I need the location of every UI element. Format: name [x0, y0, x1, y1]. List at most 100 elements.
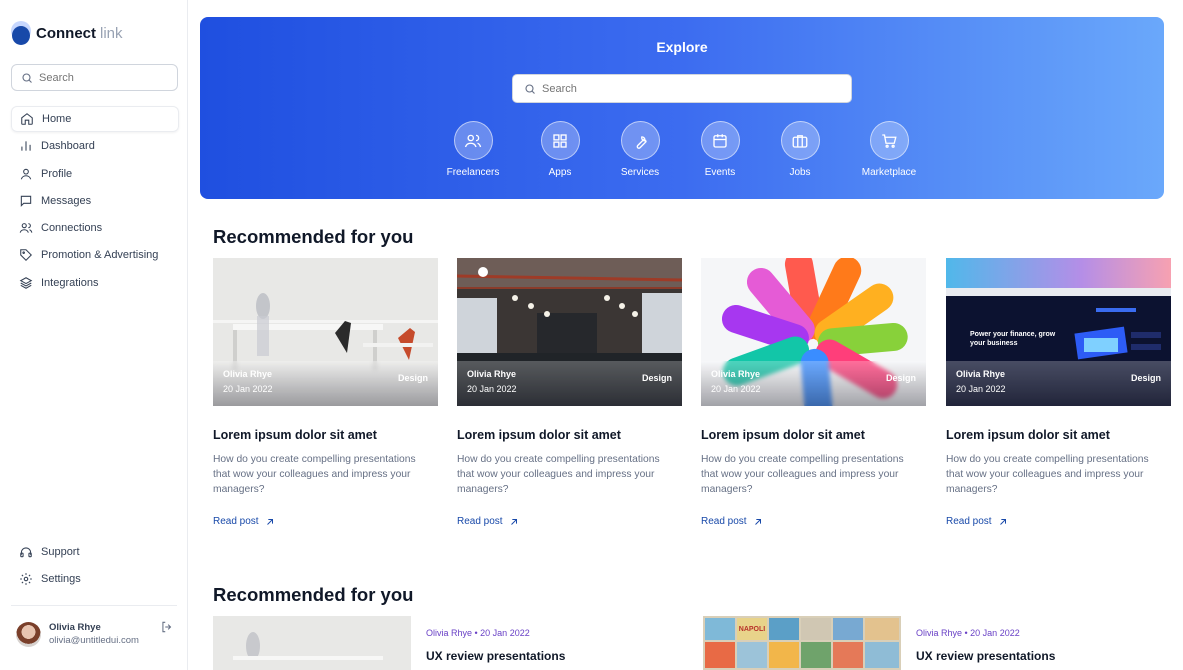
post-date: 20 Jan 2022: [711, 384, 761, 394]
avatar[interactable]: [16, 621, 41, 647]
post-image[interactable]: Power your finance, grow your business O…: [946, 258, 1171, 406]
bar-chart-icon: [21, 141, 31, 151]
sidebar-item-integrations[interactable]: Integrations: [11, 270, 179, 296]
category-icon-circle: [453, 121, 493, 160]
sidebar-item-label: Integrations: [41, 276, 99, 289]
sidebar-item-messages[interactable]: Messages: [11, 188, 179, 214]
sidebar-item-connections[interactable]: Connections: [11, 215, 179, 241]
message-icon: [20, 195, 32, 207]
post-title[interactable]: Lorem ipsum dolor sit amet: [457, 428, 682, 442]
brand-name: Connect: [36, 24, 96, 42]
search-icon: [525, 83, 535, 94]
post-image[interactable]: Olivia Rhye 20 Jan 2022 Design: [457, 258, 682, 406]
postcards-photo: [703, 616, 901, 670]
sidebar-item-profile[interactable]: Profile: [11, 161, 179, 187]
sidebar-item-settings[interactable]: Settings: [11, 566, 179, 592]
post-card[interactable]: Olivia Rhye 20 Jan 2022 Design Lorem ips…: [457, 258, 682, 527]
post-card[interactable]: Olivia Rhye 20 Jan 2022 Design Lorem ips…: [213, 258, 438, 527]
home-icon: [21, 113, 33, 125]
list-item-thumbnail[interactable]: [213, 616, 411, 670]
post-description: How do you create compelling presentatio…: [701, 454, 904, 495]
tag-icon: [20, 249, 32, 262]
category-icon-circle: [780, 121, 820, 160]
post-date: 20 Jan 2022: [956, 384, 1006, 394]
logo[interactable]: Connect link: [11, 21, 123, 45]
hero-search-input[interactable]: [542, 82, 832, 95]
sidebar-search[interactable]: [11, 64, 178, 91]
category-icon-circle: [700, 121, 740, 160]
category-label: Marketplace: [861, 167, 917, 178]
user-profile[interactable]: Olivia Rhye olivia@untitledui.com: [16, 620, 176, 648]
users-icon: [464, 134, 482, 147]
user-info: Olivia Rhye olivia@untitledui.com: [49, 622, 139, 646]
category-icon-circle: [620, 121, 660, 160]
post-card[interactable]: Olivia Rhye 20 Jan 2022 Design Lorem ips…: [701, 258, 926, 527]
post-description: How do you create compelling presentatio…: [457, 454, 660, 495]
post-author: Olivia Rhye: [956, 369, 1006, 379]
post-tag: Design: [397, 373, 428, 383]
screen-headline: Power your finance, grow your business: [970, 331, 1056, 347]
category-services[interactable]: Services: [600, 121, 680, 178]
read-post-link[interactable]: Read post: [213, 516, 438, 527]
read-post-label: Read post: [213, 516, 259, 527]
post-tag: Design: [641, 373, 672, 383]
sidebar-item-label: Dashboard: [41, 140, 95, 153]
arrow-up-right-icon: [754, 518, 761, 525]
logout-icon[interactable]: [160, 620, 174, 634]
hero-title: Explore: [656, 39, 708, 55]
user-name: Olivia Rhye: [49, 622, 101, 633]
sidebar-item-label: Messages: [41, 194, 92, 207]
post-author: Olivia Rhye: [711, 369, 761, 379]
gear-icon: [20, 573, 32, 586]
users-icon: [19, 223, 33, 234]
read-post-link[interactable]: Read post: [701, 516, 926, 527]
read-post-link[interactable]: Read post: [457, 516, 682, 527]
section-title: Recommended for you: [213, 584, 414, 605]
post-image[interactable]: Olivia Rhye 20 Jan 2022 Design: [213, 258, 438, 406]
post-title[interactable]: Lorem ipsum dolor sit amet: [701, 428, 926, 442]
category-events[interactable]: Events: [680, 121, 760, 178]
post-date: 20 Jan 2022: [467, 384, 517, 394]
cart-icon: [882, 133, 897, 148]
category-icon-circle: [869, 121, 909, 160]
postcard-text: NAPOLI: [738, 626, 766, 633]
search-icon: [22, 72, 32, 83]
list-item-meta: Olivia Rhye • 20 Jan 2022: [426, 628, 530, 638]
briefcase-icon: [792, 134, 808, 148]
category-freelancers[interactable]: Freelancers: [433, 121, 513, 178]
post-title[interactable]: Lorem ipsum dolor sit amet: [213, 428, 438, 442]
category-jobs[interactable]: Jobs: [760, 121, 840, 178]
read-post-link[interactable]: Read post: [946, 516, 1171, 527]
user-icon: [20, 168, 32, 180]
sidebar-item-label: Settings: [41, 573, 81, 586]
list-item-thumbnail[interactable]: NAPOLI: [703, 616, 901, 670]
list-item-title[interactable]: UX review presentations: [426, 649, 565, 663]
sidebar-item-home[interactable]: Home: [11, 106, 179, 132]
arrow-up-right-icon: [999, 518, 1006, 525]
sidebar-item-dashboard[interactable]: Dashboard: [11, 133, 179, 159]
sidebar-search-input[interactable]: [39, 71, 169, 84]
post-image[interactable]: Olivia Rhye 20 Jan 2022 Design: [701, 258, 926, 406]
category-icon-circle: [540, 121, 580, 160]
office-photo: [213, 616, 411, 670]
post-title[interactable]: Lorem ipsum dolor sit amet: [946, 428, 1171, 442]
sidebar-item-promotion[interactable]: Promotion & Advertising: [11, 242, 179, 268]
category-marketplace[interactable]: Marketplace: [849, 121, 929, 178]
headphones-icon: [20, 547, 32, 558]
logo-mark-icon: [11, 21, 31, 45]
sidebar-item-support[interactable]: Support: [11, 539, 179, 565]
sidebar: Connectlink Home Dashboard Profile Messa…: [0, 0, 188, 670]
category-label: Apps: [548, 167, 572, 178]
post-card[interactable]: Power your finance, grow your business O…: [946, 258, 1171, 527]
wrench-icon: [636, 135, 647, 149]
list-item-title[interactable]: UX review presentations: [916, 649, 1055, 663]
calendar-icon: [713, 133, 727, 148]
category-apps[interactable]: Apps: [520, 121, 600, 178]
section-title: Recommended for you: [213, 226, 414, 247]
hero-search[interactable]: [512, 74, 852, 103]
category-label: Jobs: [789, 167, 811, 178]
sidebar-item-label: Connections: [41, 222, 103, 235]
post-description: How do you create compelling presentatio…: [213, 454, 416, 495]
brand-suffix: link: [100, 24, 123, 42]
post-tag: Design: [1130, 373, 1161, 383]
